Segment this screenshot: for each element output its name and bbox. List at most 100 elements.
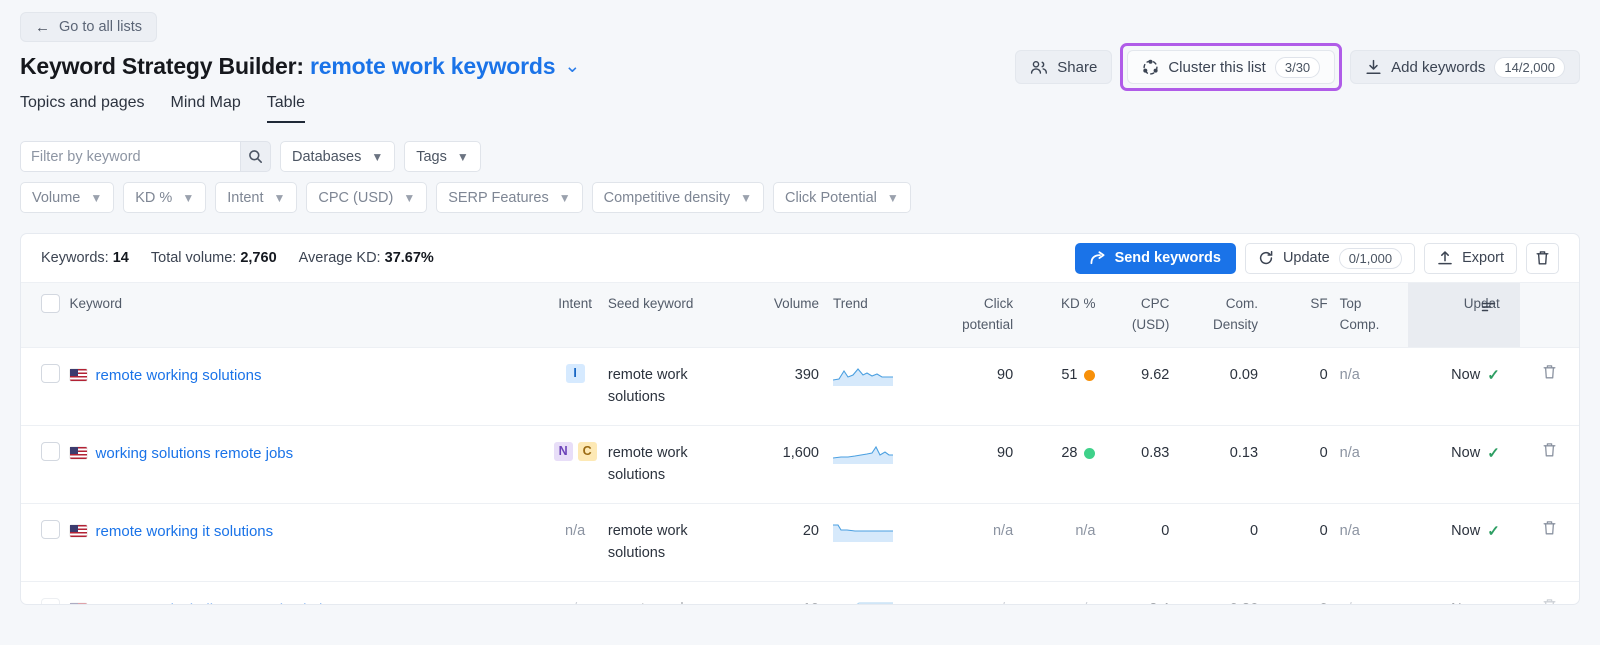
table-header-row: Keyword Intent Seed keyword Volume Trend… [21, 283, 1579, 348]
delete-selected-button[interactable] [1526, 242, 1559, 274]
header-intent-label: Intent [558, 296, 593, 311]
trend-cell [818, 581, 912, 604]
chevron-down-icon: ▼ [886, 190, 899, 205]
stat-average-kd-label: Average KD: [298, 250, 381, 266]
row-checkbox[interactable] [41, 363, 60, 383]
intent-filter[interactable]: Intent ▼ [215, 182, 298, 213]
header-delete [1519, 283, 1579, 348]
row-checkbox[interactable] [41, 441, 60, 461]
click-potential-cell: 90 [911, 425, 1014, 504]
search-input[interactable] [20, 141, 240, 172]
kd-filter[interactable]: KD % ▼ [123, 182, 207, 213]
select-all-checkbox[interactable] [41, 294, 60, 313]
stat-total-volume-value: 2,760 [240, 250, 277, 266]
sf-cell: 0 [1258, 425, 1328, 504]
tab-topics-and-pages[interactable]: Topics and pages [20, 94, 145, 123]
table-row[interactable]: remote working it solutions n/a remote w… [21, 503, 1579, 582]
row-checkbox[interactable] [41, 519, 60, 539]
seed-keyword-cell: remote work solutions [607, 425, 739, 504]
tab-mind-map[interactable]: Mind Map [171, 94, 241, 123]
tab-table[interactable]: Table [266, 94, 306, 123]
header-kd[interactable]: KD % [1013, 283, 1096, 348]
search-button[interactable] [240, 141, 271, 172]
intent-badge-commercial[interactable]: C [577, 441, 597, 461]
intent-filter-label: Intent [227, 189, 264, 206]
chevron-down-icon: ▼ [558, 190, 571, 205]
stat-keywords-label: Keywords: [41, 250, 109, 266]
keyword-link[interactable]: remote work challenges and solutions [96, 598, 347, 604]
top-comp-cell: n/a [1327, 503, 1408, 582]
update-count-chip: 0/1,000 [1338, 247, 1403, 269]
seed-keyword-line-1: remote work [607, 522, 688, 539]
header-click-potential[interactable]: Click potential [911, 283, 1014, 348]
intent-cell: NC [542, 425, 608, 504]
export-button[interactable]: Export [1424, 242, 1517, 274]
keyword-link[interactable]: remote working solutions [96, 364, 262, 387]
check-icon: ✓ [1487, 366, 1500, 384]
trash-icon[interactable] [1542, 520, 1557, 540]
intent-badge-informational[interactable]: I [565, 363, 585, 383]
go-to-all-lists-button[interactable]: ← Go to all lists [20, 12, 157, 42]
chevron-down-icon[interactable]: ⌄ [564, 57, 580, 76]
volume-cell: 20 [738, 503, 819, 582]
sf-cell: 0 [1258, 581, 1328, 604]
header-keyword[interactable]: Keyword [69, 283, 543, 348]
add-keywords-label: Add keywords [1391, 58, 1486, 76]
stat-average-kd-value: 37.67% [384, 250, 434, 266]
trash-icon[interactable] [1542, 443, 1557, 462]
share-button[interactable]: Share [1015, 50, 1113, 84]
send-keywords-button[interactable]: Send keywords [1074, 242, 1236, 274]
volume-filter[interactable]: Volume ▼ [20, 182, 115, 213]
cpc-cell: 9.62 [1095, 347, 1170, 426]
kd-value: n/a [1075, 601, 1095, 604]
page-header: ← Go to all lists Keyword Strategy Build… [0, 0, 1600, 91]
keyword-cell: remote working solutions [69, 347, 543, 426]
us-flag-icon [69, 447, 87, 460]
header-sf[interactable]: SF [1258, 283, 1328, 348]
table-row[interactable]: remote working solutions I remote work so… [21, 347, 1579, 426]
header-com-density[interactable]: Com. Density [1169, 283, 1259, 348]
table-toolbar: Keywords: 14 Total volume: 2,760 Average… [21, 234, 1579, 283]
cpc-filter[interactable]: CPC (USD) ▼ [306, 182, 428, 213]
top-comp-cell: n/a [1327, 425, 1408, 504]
serp-features-filter[interactable]: SERP Features ▼ [436, 182, 583, 213]
header-updated[interactable]: Updat [1407, 283, 1520, 348]
trash-icon[interactable] [1542, 365, 1557, 384]
table-row[interactable]: working solutions remote jobs NC remote … [21, 425, 1579, 504]
seed-keyword-line-2: solutions [607, 545, 666, 562]
click-potential-filter[interactable]: Click Potential ▼ [773, 182, 911, 213]
update-button[interactable]: Update 0/1,000 [1244, 242, 1416, 274]
table-stats: Keywords: 14 Total volume: 2,760 Average… [41, 250, 434, 266]
check-icon: ✓ [1487, 522, 1500, 540]
competitive-density-filter[interactable]: Competitive density ▼ [591, 182, 765, 213]
header-top-comp[interactable]: Top Comp. [1327, 283, 1408, 348]
trend-sparkline-icon [832, 445, 893, 464]
keyword-link[interactable]: working solutions remote jobs [96, 442, 294, 465]
add-keywords-button[interactable]: Add keywords 14/2,000 [1350, 50, 1580, 84]
table-row[interactable]: remote work challenges and solutions n/a… [21, 581, 1579, 604]
updated-cell: Now ✓ [1407, 581, 1520, 604]
tags-dropdown[interactable]: Tags ▼ [404, 141, 481, 172]
header-cpc[interactable]: CPC (USD) [1095, 283, 1170, 348]
cluster-this-list-button[interactable]: Cluster this list 3/30 [1127, 50, 1336, 84]
header-trend[interactable]: Trend [818, 283, 912, 348]
trash-icon[interactable] [1542, 598, 1557, 604]
keyword-cell: remote work challenges and solutions [69, 581, 543, 604]
volume-cell: 10 [738, 581, 819, 604]
intent-badge-navigational[interactable]: N [553, 441, 573, 461]
row-delete-cell [1519, 425, 1579, 504]
list-name[interactable]: remote work keywords [310, 53, 555, 79]
row-checkbox[interactable] [41, 597, 60, 604]
header-intent[interactable]: Intent [542, 283, 608, 348]
keyword-link[interactable]: remote working it solutions [96, 520, 274, 543]
sort-icon[interactable] [1481, 301, 1496, 313]
top-actions: Share Cluster this list 3/30 Add keyword… [1015, 43, 1580, 91]
header-kd-label: KD % [1060, 296, 1096, 311]
filters: Databases ▼ Tags ▼ Volume ▼ KD % ▼ Inten… [0, 123, 1600, 213]
row-select-cell [21, 581, 70, 604]
intent-na: n/a [565, 601, 585, 604]
share-label: Share [1057, 58, 1098, 76]
databases-dropdown[interactable]: Databases ▼ [280, 141, 396, 172]
header-seed-keyword[interactable]: Seed keyword [607, 283, 739, 348]
header-volume[interactable]: Volume [738, 283, 819, 348]
